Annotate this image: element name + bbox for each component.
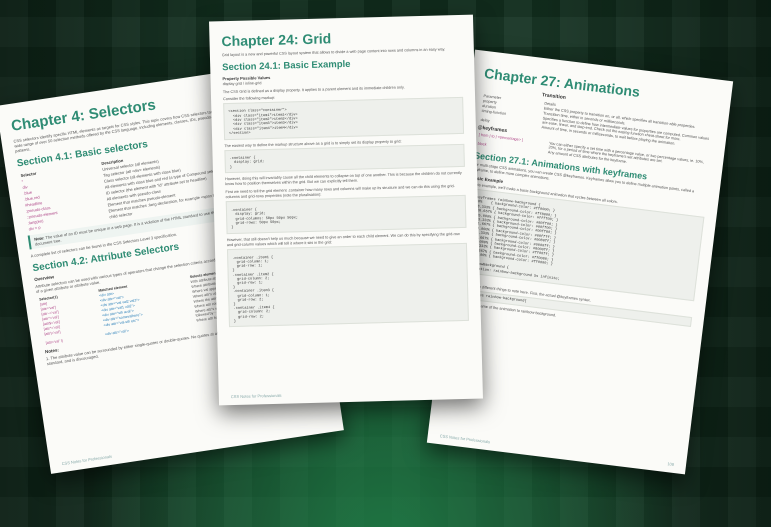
keyframes-code-block: @keyframes rainbow-background { 0% { bac… (459, 187, 705, 302)
display-grid-code: .container { display: grid;} (224, 143, 465, 174)
item-placement-code: .container .item1 { grid-column: 1; grid… (226, 243, 469, 328)
footer-text: CSS Notes for Professionals (61, 453, 113, 467)
footer-text: CSS Notes for Professionals (439, 433, 491, 445)
page-grid: Chapter 24: Grid Grid layout is a new an… (209, 14, 483, 406)
grid-rows-code: .container { display: grid; grid-columns… (225, 195, 467, 235)
markup-code-block: <section class="container"> <div class="… (223, 96, 465, 140)
chapter-title: Chapter 24: Grid (221, 30, 332, 50)
page-number: 108 (667, 461, 675, 467)
footer-text: CSS Notes for Professionals (230, 392, 282, 400)
page-footer: CSS Notes for Professionals (231, 388, 471, 399)
